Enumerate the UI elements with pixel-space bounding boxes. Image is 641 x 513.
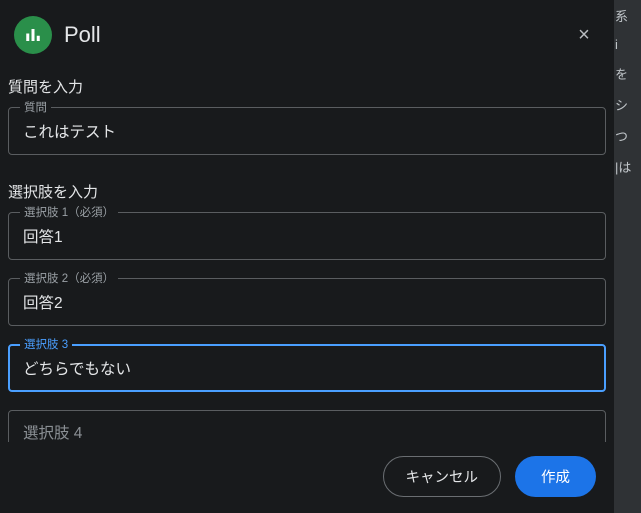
- question-input[interactable]: [8, 107, 606, 155]
- option-label: 選択肢 3: [20, 336, 72, 352]
- close-icon: ×: [578, 24, 590, 47]
- question-section-label: 質問を入力: [8, 68, 606, 107]
- poll-icon: [14, 16, 52, 54]
- poll-dialog: Poll × 質問を入力 質問 選択肢を入力 選択肢 1（必須） 選択肢 2（必…: [0, 0, 614, 513]
- background-sidebar-sliver: 系iをシつ|は: [613, 0, 641, 513]
- option-label: 選択肢 2（必須）: [20, 270, 118, 286]
- option-input-3[interactable]: [8, 344, 606, 392]
- option-field-3: 選択肢 3: [8, 344, 606, 392]
- option-field-1: 選択肢 1（必須）: [8, 212, 606, 260]
- create-button[interactable]: 作成: [515, 456, 596, 497]
- dialog-title: Poll: [64, 22, 101, 48]
- dialog-footer: キャンセル 作成: [0, 442, 614, 513]
- option-label: 選択肢 1（必須）: [20, 204, 118, 220]
- option-input-4[interactable]: [8, 410, 606, 442]
- option-field-4: [8, 410, 606, 442]
- dialog-header: Poll ×: [0, 0, 614, 68]
- close-button[interactable]: ×: [572, 23, 596, 47]
- dialog-body: 質問を入力 質問 選択肢を入力 選択肢 1（必須） 選択肢 2（必須） 選択肢 …: [0, 68, 614, 442]
- question-field: 質問: [8, 107, 606, 155]
- option-field-2: 選択肢 2（必須）: [8, 278, 606, 326]
- cancel-button[interactable]: キャンセル: [383, 456, 502, 497]
- question-field-label: 質問: [20, 99, 51, 115]
